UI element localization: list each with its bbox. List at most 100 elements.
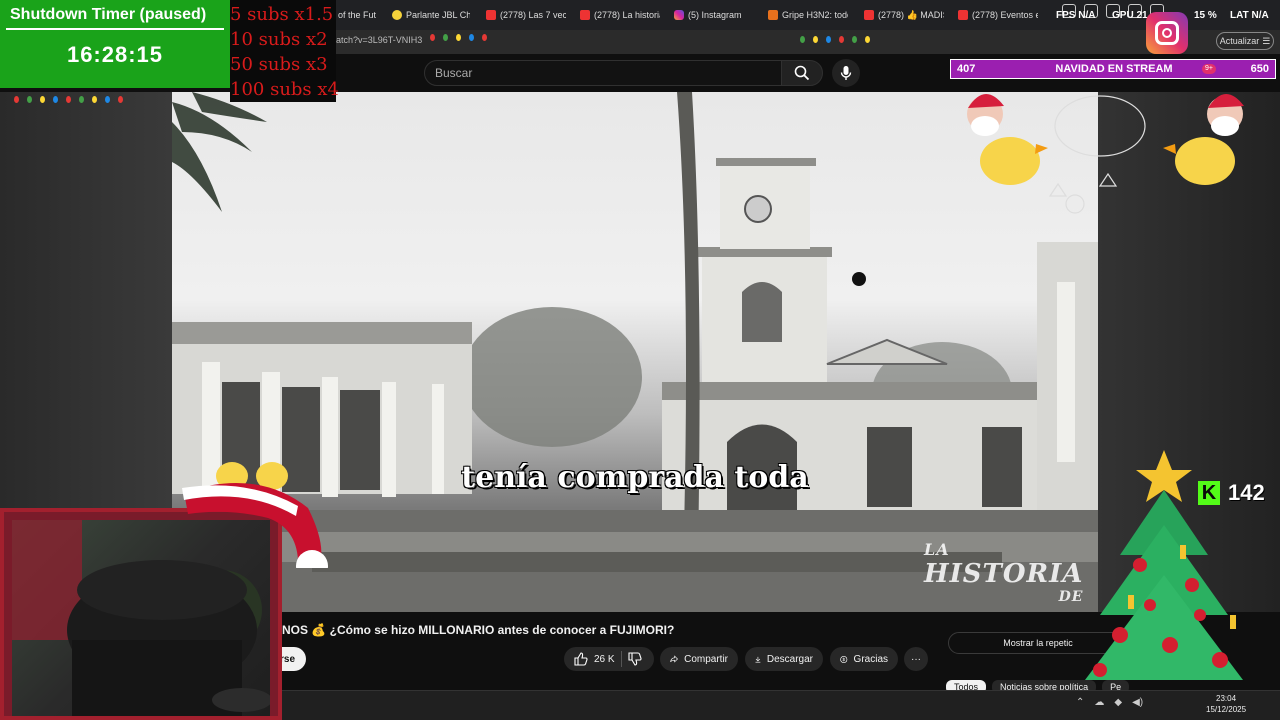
light-bulb	[430, 34, 435, 41]
tab[interactable]: (2778) Las 7 vece	[486, 6, 566, 24]
taskbar-clock[interactable]: 23:04 15/12/2025	[1206, 693, 1246, 715]
jbl-icon	[392, 10, 402, 20]
channel-watermark: LA HISTORIA DE	[924, 540, 1083, 605]
lat-label: LAT	[1230, 10, 1249, 21]
goal-title: NAVIDAD EN STREAM	[1055, 63, 1173, 75]
fps-value: N/A	[1078, 10, 1096, 21]
light-bulb	[53, 96, 58, 103]
subs-multiplier: 5 subs x1.5	[230, 4, 334, 25]
thumbs-down-icon[interactable]	[628, 652, 642, 666]
tab[interactable]: (5) Instagram	[674, 6, 754, 24]
light-bulb	[813, 36, 818, 43]
timer-value: 16:28:15	[66, 42, 164, 67]
more-icon: ···	[911, 653, 921, 665]
gpu-stat: GPU 21	[1112, 10, 1148, 21]
left-backdrop	[0, 92, 172, 512]
santa-duck-right	[1163, 93, 1244, 185]
light-bulb	[839, 36, 844, 43]
string-lights	[800, 36, 870, 44]
string-lights	[430, 34, 487, 42]
viewer-count: 142	[1228, 480, 1265, 505]
subs-multiplier-panel: 5 subs x1.5 10 subs x2 50 subs x3 100 su…	[230, 0, 339, 102]
divider	[6, 28, 224, 30]
tab-title: (2778) Eventos e	[972, 10, 1038, 20]
goal-target: 650	[1250, 63, 1269, 75]
light-bulb	[118, 96, 123, 103]
instagram-icon	[674, 10, 684, 20]
menu-icon: ☰	[1262, 35, 1271, 46]
tab-title: (5) Instagram	[688, 10, 742, 20]
thanks-icon: $	[840, 655, 848, 663]
feliz-navidad-ornament	[1048, 95, 1146, 214]
voice-search-button[interactable]	[832, 59, 860, 87]
system-tray: ⌃ ☁ ◆ ◀)	[1076, 697, 1143, 708]
clock-time: 23:04	[1216, 694, 1237, 703]
thanks-button[interactable]: $ Gracias	[830, 647, 898, 671]
shutdown-timer: Shutdown Timer (paused) 16:28:15	[0, 0, 230, 88]
tab[interactable]: Gripe H3N2: todo	[768, 6, 848, 24]
thumbs-up-icon[interactable]	[574, 652, 588, 666]
light-bulb	[800, 36, 805, 43]
download-button[interactable]: Descargar	[745, 647, 823, 671]
youtube-icon	[958, 10, 968, 20]
search-button[interactable]	[781, 60, 823, 86]
svg-text:$: $	[842, 657, 845, 662]
news-icon	[768, 10, 778, 20]
latency-stat: LAT N/A	[1230, 10, 1269, 21]
share-button[interactable]: Compartir	[660, 647, 738, 671]
video-title: NOS 💰 ¿Cómo se hizo MILLONARIO antes de …	[282, 623, 675, 637]
thanks-label: Gracias	[853, 653, 888, 665]
youtube-icon	[580, 10, 590, 20]
lat-value: N/A	[1251, 10, 1269, 21]
tab[interactable]: of the Fut	[338, 6, 378, 24]
tab[interactable]: (2778) Eventos e	[958, 6, 1038, 24]
notification-badge[interactable]: 9+	[1202, 64, 1216, 74]
tab-title: (2778) 👍 MADIS	[878, 9, 944, 20]
light-bulb	[92, 96, 97, 103]
subscribe-label: rse	[280, 653, 296, 665]
divider	[620, 651, 622, 667]
cloud-icon[interactable]: ☁	[1094, 697, 1104, 708]
tab-title: (2778) La historia	[594, 10, 660, 20]
light-bulb	[469, 34, 474, 41]
tab-title: Gripe H3N2: todo	[782, 10, 848, 20]
light-bulb	[105, 96, 110, 103]
string-lights	[14, 96, 123, 104]
update-button[interactable]: Actualizar ☰	[1216, 32, 1274, 50]
search-icon	[794, 65, 810, 81]
more-actions-button[interactable]: ···	[904, 647, 928, 671]
instagram-icon	[1146, 12, 1188, 54]
light-bulb	[79, 96, 84, 103]
show-replies-label: Mostrar la repetic	[1003, 638, 1073, 648]
christmas-banner	[967, 93, 1244, 214]
tab[interactable]: (2778) La historia	[580, 6, 660, 24]
volume-icon[interactable]: ◀)	[1132, 697, 1143, 708]
watermark-line: LA	[924, 540, 950, 559]
download-label: Descargar	[766, 653, 813, 665]
search-box	[424, 60, 782, 86]
watermark-line: HISTORIA	[924, 559, 1084, 589]
tab[interactable]: (2778) 👍 MADIS	[864, 6, 944, 24]
light-bulb	[826, 36, 831, 43]
cpu-stat: 15 %	[1194, 10, 1217, 21]
youtube-icon	[486, 10, 496, 20]
light-bulb	[14, 96, 19, 103]
tab-title: (2778) Las 7 vece	[500, 10, 566, 20]
url-text[interactable]: atch?v=3L96T-VNIH3	[336, 35, 422, 45]
fps-stat: FPS N/A	[1056, 10, 1095, 21]
santa-hat-ducks	[182, 462, 328, 568]
tab[interactable]: Parlante JBL Char	[392, 6, 470, 24]
chevron-up-icon[interactable]: ⌃	[1076, 697, 1084, 708]
instagram-glyph	[1155, 21, 1179, 45]
subs-multiplier: 100 subs x4	[230, 79, 339, 100]
light-bulb	[27, 96, 32, 103]
network-icon[interactable]: ◆	[1114, 697, 1122, 708]
gpu-label: GPU	[1112, 10, 1134, 21]
light-bulb	[40, 96, 45, 103]
clock-date: 15/12/2025	[1206, 705, 1247, 714]
fps-label: FPS	[1056, 10, 1076, 21]
download-icon	[755, 656, 761, 663]
kick-viewer-count: K 142	[1198, 480, 1265, 506]
search-input[interactable]	[425, 61, 781, 85]
stream-goal-bar: 407 NAVIDAD EN STREAM 650	[950, 59, 1276, 79]
